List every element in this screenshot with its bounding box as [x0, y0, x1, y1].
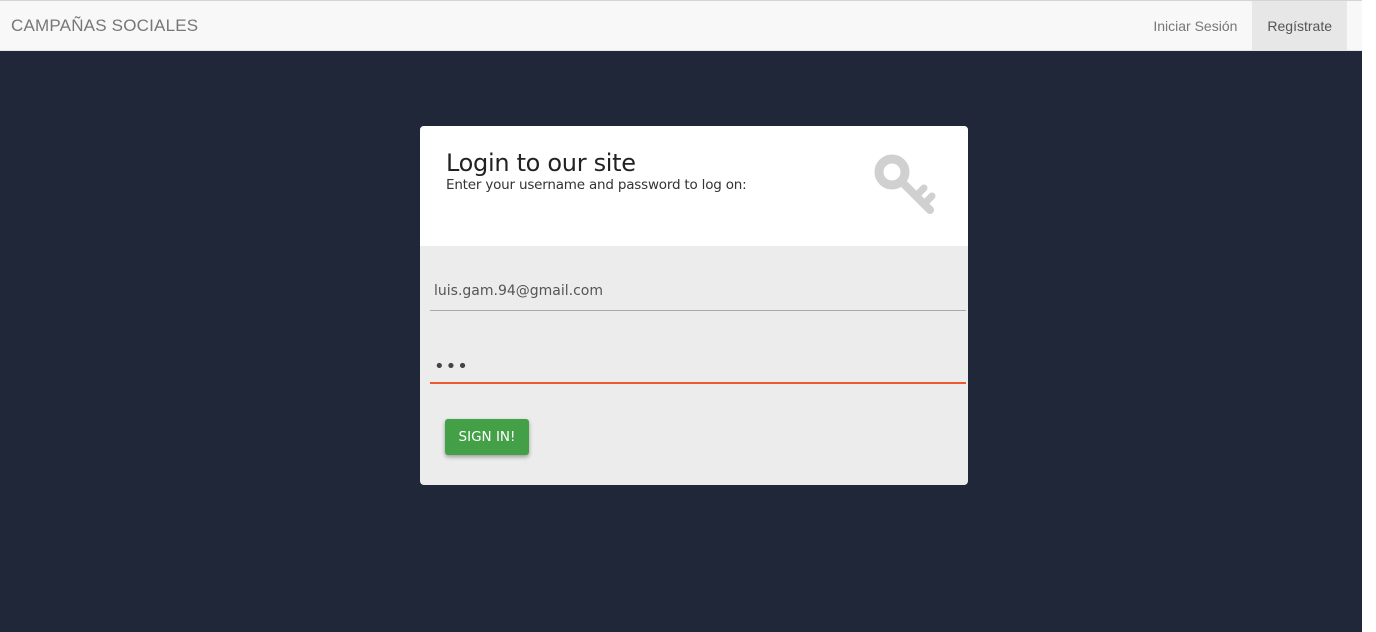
- login-subtitle: Enter your username and password to log …: [446, 177, 747, 193]
- email-input[interactable]: [430, 271, 966, 310]
- login-title: Login to our site: [446, 149, 636, 177]
- brand-link[interactable]: CAMPAÑAS SOCIALES: [11, 16, 198, 36]
- register-nav-link[interactable]: Regístrate: [1252, 1, 1347, 51]
- password-field: [430, 344, 966, 384]
- page-background: CAMPAÑAS SOCIALES Iniciar Sesión Regístr…: [0, 0, 1362, 632]
- email-field: [430, 271, 966, 311]
- login-nav-link[interactable]: Iniciar Sesión: [1138, 1, 1252, 51]
- password-input[interactable]: [430, 344, 966, 382]
- key-icon: [874, 154, 936, 214]
- login-card-header: Login to our site Enter your username an…: [420, 126, 968, 246]
- sign-in-button[interactable]: SIGN IN!: [445, 419, 529, 455]
- nav-links: Iniciar Sesión Regístrate: [1138, 1, 1347, 51]
- login-card: Login to our site Enter your username an…: [420, 126, 968, 485]
- top-navbar: CAMPAÑAS SOCIALES Iniciar Sesión Regístr…: [0, 0, 1362, 51]
